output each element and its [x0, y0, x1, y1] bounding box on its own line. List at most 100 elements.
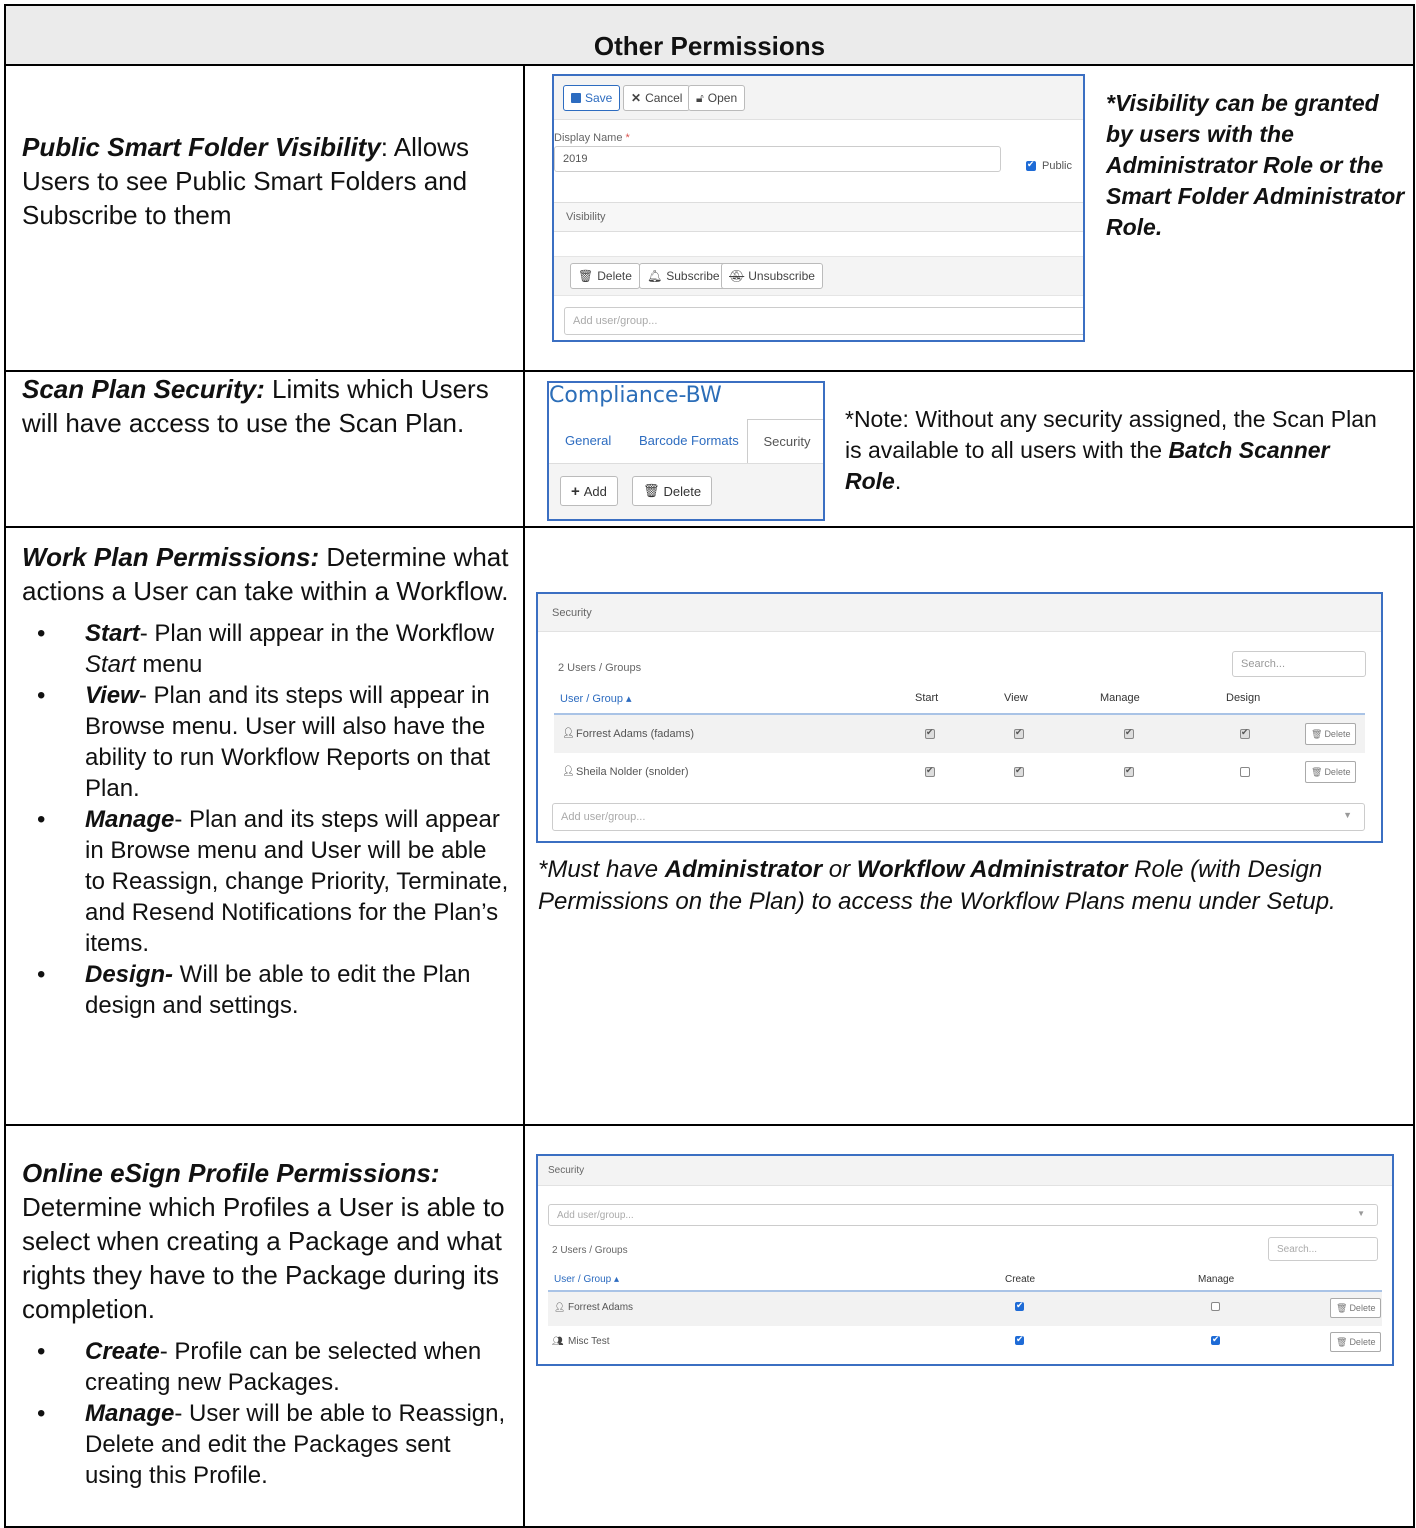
open-button[interactable]: 🔓︎ Open	[688, 85, 746, 111]
users-count: 2 Users / Groups	[558, 662, 642, 674]
design-checkbox[interactable]	[1240, 767, 1250, 777]
column-header-manage: Manage	[1100, 692, 1140, 704]
list-item: Manage- Plan and its steps will appear i…	[37, 804, 509, 959]
manage-checkbox[interactable]	[1211, 1302, 1220, 1311]
group-icon: 👥︎	[552, 1336, 564, 1346]
list-item: Design- Will be able to edit the Plan de…	[37, 959, 509, 1021]
security-panel-header: Security	[538, 594, 1381, 632]
delete-button[interactable]: 🗑︎ Delete	[1330, 1298, 1382, 1318]
manage-checkbox[interactable]	[1124, 765, 1134, 777]
permissions-table: Other Permissions Public Smart Folder Vi…	[3, 4, 1416, 1528]
subscribe-button[interactable]: 🔔︎ Subscribe	[639, 263, 728, 289]
list-item: Create- Profile can be selected when cre…	[37, 1336, 509, 1398]
delete-button[interactable]: 🗑︎ Delete	[1330, 1332, 1382, 1352]
view-checkbox[interactable]	[1014, 727, 1024, 739]
user-icon: 👤︎	[562, 766, 575, 777]
row-title: Scan Plan Security:	[22, 374, 265, 404]
public-checkbox[interactable]: Public	[1026, 159, 1072, 172]
esign-bullet-list: Create- Profile can be selected when cre…	[22, 1336, 509, 1491]
delete-button[interactable]: 🗑︎ Delete	[570, 263, 640, 289]
add-user-group-input[interactable]: Add user/group... ▼	[552, 803, 1365, 831]
tab-barcode-formats[interactable]: Barcode Formats	[639, 433, 739, 448]
list-item: Manage- User will be able to Reassign, D…	[37, 1398, 509, 1491]
column-header-user-group[interactable]: User / Group ▴	[554, 1274, 619, 1285]
delete-button[interactable]: 🗑︎ Delete	[632, 476, 713, 506]
create-checkbox[interactable]	[1015, 1300, 1024, 1311]
row-scan-plan-desc: Scan Plan Security: Limits which Users w…	[4, 370, 525, 528]
manage-checkbox[interactable]	[1211, 1334, 1220, 1345]
row-title: Work Plan Permissions:	[22, 542, 320, 572]
column-header-design: Design	[1226, 692, 1261, 704]
user-icon: 👤︎	[554, 1302, 566, 1312]
row-title: Online eSign Profile Permissions:	[22, 1158, 440, 1188]
delete-button[interactable]: 🗑︎ Delete	[1305, 761, 1357, 783]
row-esign-visual: Security Add user/group... ▼ 2 Users / G…	[522, 1124, 1416, 1528]
row-description: Determine which Profiles a User is able …	[22, 1192, 505, 1324]
row-work-plan-desc: Work Plan Permissions: Determine what ac…	[4, 526, 525, 1126]
column-header-manage: Manage	[1198, 1274, 1235, 1285]
work-plan-security-screenshot: Security 2 Users / Groups Search... User…	[536, 592, 1383, 843]
row-note: *Must have Administrator or Workflow Adm…	[538, 856, 1336, 915]
trash-icon: 🗑︎	[1336, 1302, 1348, 1313]
row-note: *Note: Without any security assigned, th…	[845, 406, 1377, 494]
table-row: 👥︎ Misc Test 🗑︎Delete	[548, 1326, 1382, 1360]
trash-icon: 🗑︎	[1311, 728, 1323, 739]
unsubscribe-button[interactable]: 🔕︎ Unsubscribe	[721, 263, 823, 289]
trash-icon: 🗑︎	[643, 483, 660, 498]
row-title: Public Smart Folder Visibility	[22, 132, 381, 162]
row-note: *Visibility can be granted by users with…	[1106, 90, 1405, 240]
row-esign-desc: Online eSign Profile Permissions: Determi…	[4, 1124, 525, 1528]
chevron-down-icon: ▼	[1343, 810, 1352, 820]
users-count: 2 Users / Groups	[552, 1245, 628, 1256]
view-checkbox[interactable]	[1014, 765, 1024, 777]
floppy-icon	[571, 93, 581, 103]
smart-folder-screenshot: Save ✕ Cancel 🔓︎ Open Display Name * 201…	[552, 74, 1085, 342]
esign-security-screenshot: Security Add user/group... ▼ 2 Users / G…	[536, 1154, 1394, 1366]
list-item: View- Plan and its steps will appear in …	[37, 680, 509, 804]
table-row: 👤︎ Sheila Nolder (snolder) 🗑︎Delete	[554, 753, 1365, 791]
row-work-plan-visual: Security 2 Users / Groups Search... User…	[522, 526, 1416, 1126]
create-checkbox[interactable]	[1015, 1334, 1024, 1345]
tab-general[interactable]: General	[565, 433, 611, 448]
search-input[interactable]: Search...	[1268, 1237, 1378, 1261]
tab-security[interactable]: Security	[747, 419, 823, 463]
row-public-smart-folder-desc: Public Smart Folder Visibility: Allows U…	[4, 64, 525, 372]
trash-icon: 🗑︎	[1336, 1336, 1348, 1347]
row-scan-plan-visual: Compliance-BW General Barcode Formats Se…	[522, 370, 1416, 528]
public-check-icon	[1026, 159, 1036, 171]
sort-asc-icon: ▴	[614, 1274, 620, 1285]
trash-icon: 🗑︎	[1311, 766, 1323, 777]
add-user-group-input[interactable]: Add user/group... ▼	[548, 1204, 1378, 1226]
add-button[interactable]: + Add	[560, 476, 618, 506]
column-header-start: Start	[915, 692, 939, 704]
table-row: 👤︎ Forrest Adams 🗑︎Delete	[548, 1292, 1382, 1326]
cancel-button[interactable]: ✕ Cancel	[623, 85, 691, 111]
bell-icon: 🔔︎	[647, 269, 663, 283]
display-name-input[interactable]: 2019	[554, 146, 1001, 172]
add-user-group-input[interactable]: Add user/group...	[564, 307, 1083, 335]
delete-button[interactable]: 🗑︎ Delete	[1305, 723, 1357, 745]
row-public-smart-folder-visual: Save ✕ Cancel 🔓︎ Open Display Name * 201…	[522, 64, 1416, 372]
start-checkbox[interactable]	[925, 765, 935, 777]
design-checkbox[interactable]	[1240, 727, 1250, 739]
table-header: Other Permissions	[3, 4, 1416, 66]
display-name-label: Display Name *	[554, 132, 630, 144]
save-button[interactable]: Save	[563, 85, 621, 111]
visibility-panel-header: Visibility	[554, 202, 1083, 232]
scan-plan-screenshot: Compliance-BW General Barcode Formats Se…	[547, 381, 825, 521]
column-header-create: Create	[1005, 1274, 1036, 1285]
search-input[interactable]: Search...	[1232, 651, 1366, 677]
unlock-icon: 🔓︎	[696, 90, 704, 105]
list-item: Start- Plan will appear in the Workflow …	[37, 618, 509, 680]
table-row: 👤︎ Forrest Adams (fadams) 🗑︎Delete	[554, 715, 1365, 753]
work-plan-bullet-list: Start- Plan will appear in the Workflow …	[22, 618, 509, 1021]
user-icon: 👤︎	[562, 728, 575, 739]
column-header-view: View	[1004, 692, 1028, 704]
close-icon: ✕	[631, 91, 642, 105]
column-header-user-group[interactable]: User / Group ▴	[560, 692, 632, 705]
manage-checkbox[interactable]	[1124, 727, 1134, 739]
sort-asc-icon: ▴	[626, 693, 632, 705]
start-checkbox[interactable]	[925, 727, 935, 739]
plus-icon: +	[571, 482, 580, 500]
page-title: Other Permissions	[593, 30, 826, 61]
